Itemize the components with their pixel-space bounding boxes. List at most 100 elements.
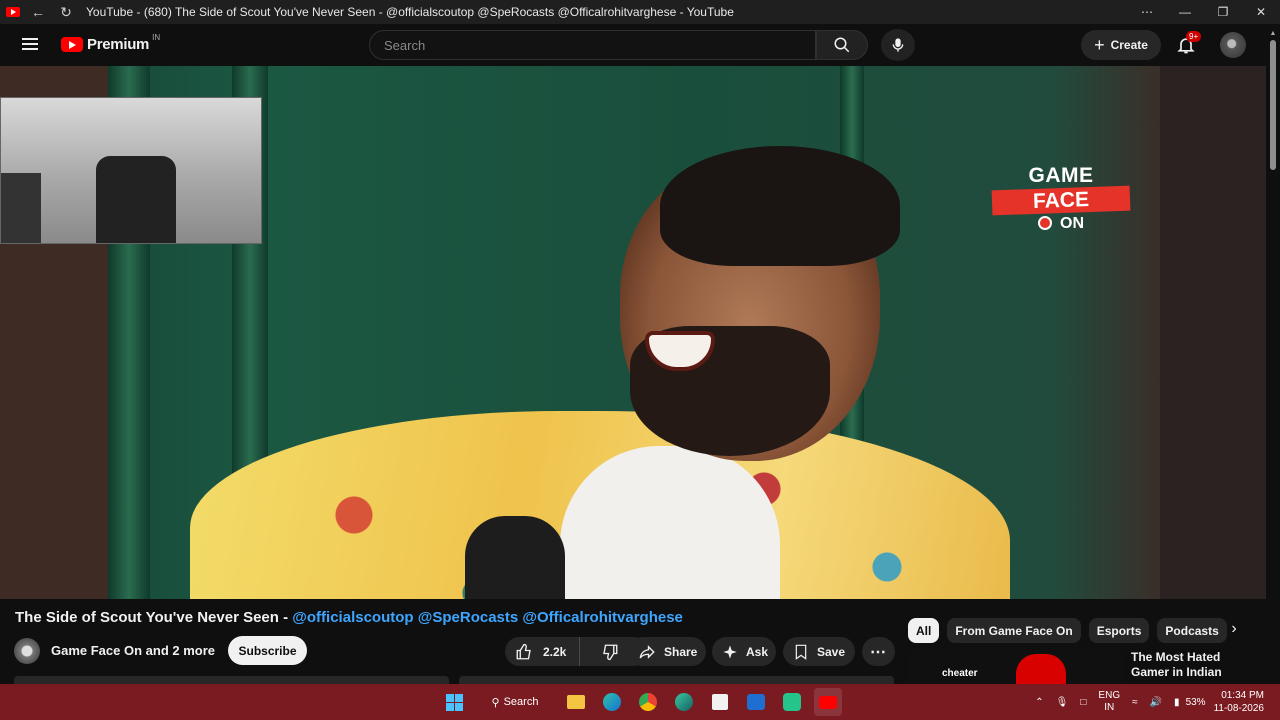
sparkle-icon — [723, 644, 737, 659]
search-icon — [834, 37, 850, 53]
scroll-up-icon[interactable]: ▲ — [1266, 30, 1280, 37]
recommendation-thumbnail[interactable]: cheater — [908, 650, 1123, 684]
video-side-area — [1160, 66, 1266, 599]
window-title: YouTube - (680) The Side of Scout You've… — [86, 5, 734, 19]
power-icon — [1038, 216, 1052, 230]
podcast-microphone — [465, 516, 565, 599]
system-tray: ⌃ 🎙 □ ENG IN ≈ 🔊 ▮ 53% 01:34 PM 11-08-20… — [1029, 684, 1280, 720]
region-code: IN — [1104, 702, 1115, 713]
windows-taskbar: ⚲ Search ⌃ 🎙 □ ENG IN ≈ 🔊 ▮ 53% 01:34 PM… — [0, 684, 1280, 720]
chip-podcasts[interactable]: Podcasts — [1157, 618, 1227, 643]
display-icon[interactable]: □ — [1080, 697, 1086, 708]
window-title-bar: ← ↻ YouTube - (680) The Side of Scout Yo… — [0, 0, 1280, 24]
share-label: Share — [664, 644, 698, 659]
video-title-text: The Side of Scout You've Never Seen - — [15, 609, 293, 626]
like-button[interactable]: 2.2k — [505, 637, 580, 666]
youtube-app-icon[interactable] — [814, 688, 842, 716]
restore-icon[interactable]: ❐ — [1204, 0, 1242, 24]
save-label: Save — [817, 644, 846, 659]
recommendation-chips: All From Game Face On Esports Podcasts — [908, 618, 1235, 643]
microsoft-store-icon[interactable] — [706, 688, 734, 716]
account-avatar[interactable] — [1220, 32, 1246, 58]
thumbnail-text: cheater — [942, 668, 978, 679]
youtube-logo[interactable]: Premium IN — [61, 33, 160, 53]
close-icon[interactable]: ✕ — [1242, 0, 1280, 24]
chrome-browser-icon[interactable] — [634, 688, 662, 716]
chip-esports[interactable]: Esports — [1088, 618, 1150, 643]
search-input[interactable] — [370, 31, 815, 59]
start-button[interactable] — [440, 688, 468, 716]
pip-background-object — [1, 173, 41, 243]
youtube-play-icon — [61, 37, 83, 52]
page-scrollbar[interactable]: ▲ — [1266, 30, 1280, 685]
windows-logo-icon — [445, 693, 463, 711]
thumbs-up-icon — [516, 643, 531, 659]
edge-dev-icon[interactable] — [670, 688, 698, 716]
notification-badge: 9+ — [1186, 31, 1202, 42]
pip-chair — [96, 156, 176, 243]
bookmark-icon — [795, 644, 807, 660]
logo-text: Premium — [87, 36, 150, 53]
video-person-hair — [660, 146, 900, 266]
thumbnail-image — [1016, 654, 1066, 684]
chip-from-game-face-on[interactable]: From Game Face On — [947, 618, 1081, 643]
save-button[interactable]: Save — [783, 637, 855, 666]
screen-recorder-icon[interactable] — [778, 688, 806, 716]
picture-in-picture-overlay[interactable] — [0, 97, 262, 244]
language-indicator[interactable]: ENG IN — [1098, 690, 1120, 714]
channel-avatar[interactable] — [14, 638, 40, 664]
reload-icon[interactable]: ↻ — [56, 4, 76, 21]
like-count: 2.2k — [543, 644, 567, 659]
comments-box-edge — [459, 676, 894, 684]
brand-line-3: ON — [992, 215, 1130, 233]
like-dislike-group: 2.2k — [505, 637, 648, 666]
youtube-header: Premium IN + Create 9+ — [0, 24, 1280, 66]
minimize-icon[interactable]: — — [1166, 0, 1204, 24]
youtube-favicon-icon — [6, 7, 20, 17]
ask-button[interactable]: Ask — [712, 637, 776, 666]
chevron-up-icon[interactable]: ⌃ — [1035, 697, 1043, 708]
scrollbar-thumb[interactable] — [1270, 40, 1276, 170]
more-horizontal-icon: ⋯ — [870, 643, 887, 661]
create-label: Create — [1110, 38, 1148, 52]
brand-line-2: FACE — [991, 185, 1131, 216]
voice-search-button[interactable] — [881, 29, 915, 61]
share-icon — [639, 644, 655, 659]
description-area-edge — [14, 676, 894, 684]
back-icon[interactable]: ← — [28, 4, 48, 20]
search-box — [369, 30, 816, 60]
more-actions-button[interactable]: ⋯ — [862, 637, 895, 666]
share-button[interactable]: Share — [628, 637, 706, 666]
outlook-icon[interactable] — [742, 688, 770, 716]
battery-percent: 53% — [1185, 696, 1206, 708]
notifications-button[interactable]: 9+ — [1176, 31, 1202, 55]
language-code: ENG — [1098, 690, 1121, 701]
taskbar-search[interactable]: ⚲ Search — [476, 688, 554, 716]
channel-name[interactable]: Game Face On and 2 more — [51, 643, 215, 658]
file-explorer-icon[interactable] — [562, 688, 590, 716]
clock[interactable]: 01:34 PM 11-08-2026 — [1214, 689, 1264, 715]
clock-date: 11-08-2026 — [1213, 703, 1264, 714]
subscribe-button[interactable]: Subscribe — [228, 636, 307, 665]
more-menu-icon[interactable]: ⋯ — [1128, 0, 1166, 24]
chip-all[interactable]: All — [908, 618, 940, 643]
hamburger-menu-icon[interactable] — [22, 38, 38, 50]
battery-icon[interactable]: ▮ — [1174, 697, 1180, 708]
ask-label: Ask — [746, 644, 769, 659]
volume-icon[interactable]: 🔊 — [1150, 697, 1162, 708]
wifi-icon[interactable]: ≈ — [1132, 697, 1138, 708]
taskbar-search-label: Search — [503, 696, 539, 708]
chevron-right-icon[interactable]: › — [1224, 620, 1244, 640]
video-title-mentions[interactable]: @officialscoutop @SpeRocasts @Officalroh… — [292, 609, 683, 626]
game-face-on-logo: GAME FACE ON — [991, 164, 1131, 233]
edge-browser-icon[interactable] — [598, 688, 626, 716]
create-button[interactable]: + Create — [1081, 30, 1161, 60]
microphone-icon[interactable]: 🎙 — [1056, 697, 1069, 708]
thumbs-down-icon — [603, 644, 618, 660]
description-box-edge — [14, 676, 449, 684]
brand-line-1: GAME — [1028, 164, 1094, 187]
recommendation-title[interactable]: The Most Hated Gamer in Indian History..… — [1131, 650, 1261, 682]
search-button[interactable] — [816, 30, 868, 60]
video-title: The Side of Scout You've Never Seen - @o… — [15, 609, 683, 626]
search-icon: ⚲ — [491, 696, 500, 709]
